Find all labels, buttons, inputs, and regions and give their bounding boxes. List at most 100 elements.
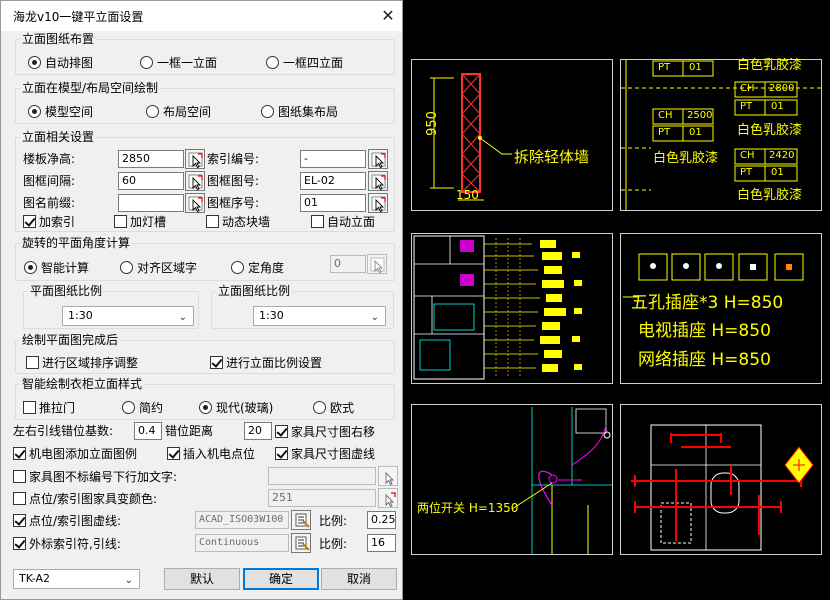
pick-icon[interactable] — [367, 254, 387, 274]
cancel-button[interactable]: 取消 — [321, 568, 397, 590]
frame-no-input[interactable]: EL-02 — [300, 172, 366, 190]
pick-icon[interactable] — [185, 171, 205, 191]
socket-five-hole: 五孔插座*3 H=850 — [631, 293, 784, 313]
pick-icon[interactable] — [185, 149, 205, 169]
default-button[interactable]: 默认 — [164, 568, 240, 590]
tag-ceiling-height: 2500 — [687, 110, 713, 121]
color-input[interactable]: 251 — [268, 489, 376, 507]
checkbox-icon — [13, 491, 26, 505]
dim-950: 950 — [424, 111, 440, 136]
after-plan-group: 绘制平面图完成后 进行区域排序调整 进行立面比例设置 — [15, 332, 395, 374]
layout-group-label: 立面图纸布置 — [20, 31, 97, 47]
frame-seq-input[interactable]: 01 — [300, 194, 366, 212]
furniture-text-input[interactable] — [268, 467, 376, 485]
checkbox-leader[interactable]: 外标索引符,引线: — [13, 535, 121, 551]
pick-icon[interactable] — [185, 193, 205, 213]
pick-icon[interactable] — [368, 149, 388, 169]
tag-paint: 白色乳胶漆 — [737, 58, 803, 73]
radio-align-region-text[interactable]: 对齐区域字 — [120, 259, 197, 275]
index-no-input[interactable]: - — [300, 150, 366, 168]
checkbox-sliding-door[interactable]: 推拉门 — [23, 399, 75, 415]
checkbox-furniture-dashed[interactable]: 家具尺寸图虚线 — [275, 445, 375, 461]
pick-icon[interactable] — [378, 488, 398, 508]
plan-scale-select[interactable]: 1:30 ⌄ — [62, 306, 194, 326]
linetype-icon[interactable] — [291, 510, 311, 530]
checkbox-icon — [13, 446, 26, 460]
chevron-down-icon: ⌄ — [178, 312, 187, 323]
after-plan-label: 绘制平面图完成后 — [20, 332, 121, 348]
pick-icon[interactable] — [368, 193, 388, 213]
dashed-ratio-input[interactable]: 0.25 — [367, 511, 396, 529]
preview-furniture-plan[interactable] — [620, 404, 822, 555]
checkbox-dynamic-wall[interactable]: 动态块墙 — [206, 213, 270, 229]
checkbox-furniture-text[interactable]: 家具图不标编号下行加文字: — [13, 468, 177, 484]
checkbox-mep-legend[interactable]: 机电图添加立面图例 — [13, 445, 137, 461]
space-group-label: 立面在模型/布局空间绘制 — [20, 80, 161, 96]
checkbox-region-sort[interactable]: 进行区域排序调整 — [26, 354, 138, 370]
dialog-title: 海龙v10一键平立面设置 — [13, 10, 144, 24]
linetype-icon[interactable] — [291, 533, 311, 553]
leader-ratio-label: 比例: — [319, 537, 348, 551]
preview-socket-legend[interactable]: 五孔插座*3 H=850 电视插座 H=850 网络插座 H=850 — [620, 233, 822, 384]
checkbox-icon — [13, 513, 26, 527]
tag-pt: PT — [658, 62, 671, 73]
close-icon[interactable]: ✕ — [377, 5, 399, 27]
radio-icon — [231, 260, 244, 274]
wardrobe-label: 智能绘制衣柜立面样式 — [20, 376, 145, 392]
checkbox-add-light-slot[interactable]: 加灯槽 — [114, 213, 166, 229]
preview-mep-plan[interactable] — [411, 233, 613, 384]
checkbox-elev-scale[interactable]: 进行立面比例设置 — [210, 354, 322, 370]
pick-icon[interactable] — [378, 466, 398, 486]
preview-wall-removal[interactable]: 950 150 拆除轻体墙 — [411, 59, 613, 211]
angle-input[interactable]: 0 — [330, 255, 366, 273]
radio-auto-layout[interactable]: 自动排图 — [28, 54, 93, 70]
prefix-input[interactable] — [118, 194, 184, 212]
tag-paint: 白色乳胶漆 — [737, 188, 803, 203]
radio-simple[interactable]: 简约 — [122, 399, 163, 415]
ok-button[interactable]: 确定 — [243, 568, 319, 590]
dashed-linetype-input[interactable]: ACAD_ISO03W100 — [195, 511, 289, 529]
checkbox-change-color[interactable]: 点位/索引图家具变颜色: — [13, 490, 157, 506]
floor-height-input[interactable]: 2850 — [118, 150, 184, 168]
tag-ceiling-height: 2800 — [769, 83, 795, 94]
checkbox-icon — [23, 214, 36, 228]
offset-dist-input[interactable]: 20 — [244, 422, 272, 440]
space-group: 立面在模型/布局空间绘制 模型空间 布局空间 图纸集布局 — [15, 80, 395, 124]
offset-base-input[interactable]: 0.4 — [134, 422, 162, 440]
title-bar: 海龙v10一键平立面设置 ✕ — [1, 1, 402, 31]
pick-icon[interactable] — [368, 171, 388, 191]
socket-network: 网络插座 H=850 — [638, 350, 771, 370]
checkbox-insert-mep-points[interactable]: 插入机电点位 — [167, 445, 255, 461]
preview-material-tags[interactable]: PT 01 白色乳胶漆 CH 2800 PT 01 白色乳胶漆 CH 2500 … — [620, 58, 822, 211]
dashed-ratio-label: 比例: — [319, 514, 348, 528]
checkbox-icon — [206, 214, 219, 228]
rotation-group-label: 旋转的平面角度计算 — [20, 235, 133, 251]
radio-layout-space[interactable]: 布局空间 — [146, 103, 211, 119]
checkbox-auto-elevation[interactable]: 自动立面 — [311, 213, 375, 229]
checkbox-icon — [114, 214, 127, 228]
frame-no-label: 图框图号: — [207, 174, 260, 188]
tag-paint: 白色乳胶漆 — [653, 151, 719, 166]
radio-sheetset-layout[interactable]: 图纸集布局 — [261, 103, 338, 119]
elev-scale-select[interactable]: 1:30 ⌄ — [253, 306, 386, 326]
tag-code: 01 — [771, 167, 784, 178]
checkbox-furniture-right[interactable]: 家具尺寸图右移 — [275, 423, 375, 439]
checkbox-add-index[interactable]: 加索引 — [23, 213, 75, 229]
radio-icon — [266, 55, 279, 69]
radio-four-per-frame[interactable]: 一框四立面 — [266, 54, 343, 70]
radio-modern-glass[interactable]: 现代(玻璃) — [199, 399, 273, 415]
radio-european[interactable]: 欧式 — [313, 399, 354, 415]
radio-one-per-frame[interactable]: 一框一立面 — [140, 54, 217, 70]
preview-switch-plan[interactable]: 两位开关 H=1350 — [411, 404, 613, 555]
radio-fixed-angle[interactable]: 定角度 — [231, 259, 284, 275]
checkbox-icon — [13, 536, 26, 550]
leader-linetype-input[interactable]: Continuous — [195, 534, 289, 552]
checkbox-icon — [167, 446, 180, 460]
template-select[interactable]: TK-A2 ⌄ — [13, 569, 140, 589]
radio-smart-calc[interactable]: 智能计算 — [24, 259, 89, 275]
spacing-input[interactable]: 60 — [118, 172, 184, 190]
checkbox-dashed-linetype[interactable]: 点位/索引图虚线: — [13, 512, 121, 528]
radio-icon — [140, 55, 153, 69]
radio-model-space[interactable]: 模型空间 — [28, 103, 93, 119]
leader-ratio-input[interactable]: 16 — [367, 534, 396, 552]
